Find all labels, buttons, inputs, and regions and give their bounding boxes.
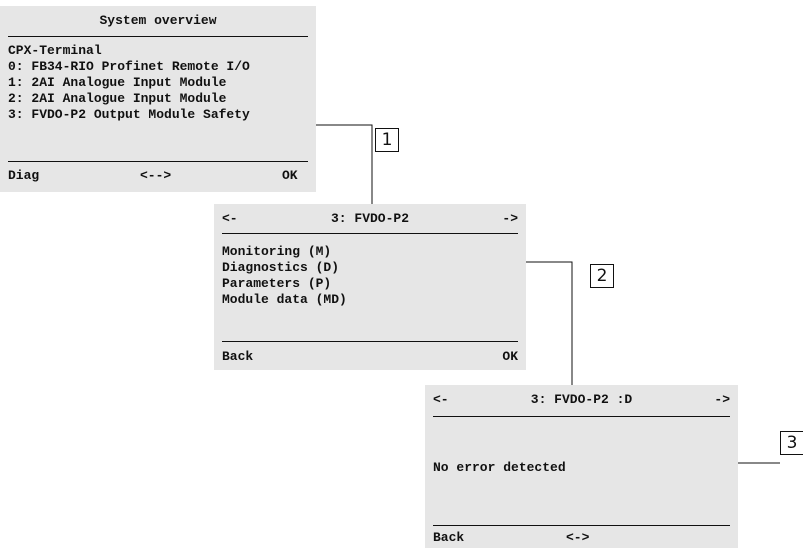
screen1-nav-arrows[interactable]: <-->: [140, 168, 171, 184]
callout-3: 3: [780, 431, 803, 455]
screen3-back-softkey[interactable]: Back: [433, 530, 464, 546]
screen1-header: CPX-Terminal: [8, 43, 102, 58]
module-menu-screen: <- 3: FVDO-P2 -> Monitoring (M) Diagnost…: [214, 204, 526, 370]
system-overview-screen: System overview CPX-Terminal 0: FB34-RIO…: [0, 6, 316, 192]
screen1-footer-rule: [8, 161, 308, 162]
screen3-footer-rule: [433, 525, 730, 526]
module-item-3[interactable]: 3: FVDO-P2 Output Module Safety: [8, 107, 250, 123]
screen2-nav-right[interactable]: ->: [502, 211, 518, 227]
screen3-nav-right[interactable]: ->: [714, 392, 730, 408]
callout-1: 1: [375, 128, 399, 152]
menu-item-parameters[interactable]: Parameters (P): [222, 276, 331, 292]
module-item-2[interactable]: 2: 2AI Analogue Input Module: [8, 91, 226, 107]
screen2-title-rule: [222, 233, 518, 234]
screen1-title: System overview: [99, 13, 217, 28]
screen3-title: 3: FVDO-P2 :D: [530, 392, 633, 407]
screen3-title-rule: [433, 416, 730, 417]
menu-item-module-data[interactable]: Module data (MD): [222, 292, 347, 308]
menu-item-diagnostics[interactable]: Diagnostics (D): [222, 260, 339, 276]
module-item-1[interactable]: 1: 2AI Analogue Input Module: [8, 75, 226, 91]
screen2-footer-rule: [222, 341, 518, 342]
diagnostic-message: No error detected: [433, 460, 566, 475]
screen2-back-softkey[interactable]: Back: [222, 349, 253, 365]
screen2-title: 3: FVDO-P2: [330, 211, 409, 226]
diag-softkey[interactable]: Diag: [8, 168, 39, 184]
diagnostics-screen: <- 3: FVDO-P2 :D -> No error detected Ba…: [425, 385, 738, 548]
connector-1: [308, 124, 373, 205]
screen1-title-rule: [8, 36, 308, 37]
screen2-ok-softkey[interactable]: OK: [502, 349, 518, 365]
screen1-ok-softkey[interactable]: OK: [282, 168, 298, 184]
module-item-0[interactable]: 0: FB34-RIO Profinet Remote I/O: [8, 59, 250, 75]
menu-item-monitoring[interactable]: Monitoring (M): [222, 244, 331, 260]
screen3-nav-arrows[interactable]: <->: [566, 530, 589, 546]
callout-2: 2: [590, 264, 614, 288]
